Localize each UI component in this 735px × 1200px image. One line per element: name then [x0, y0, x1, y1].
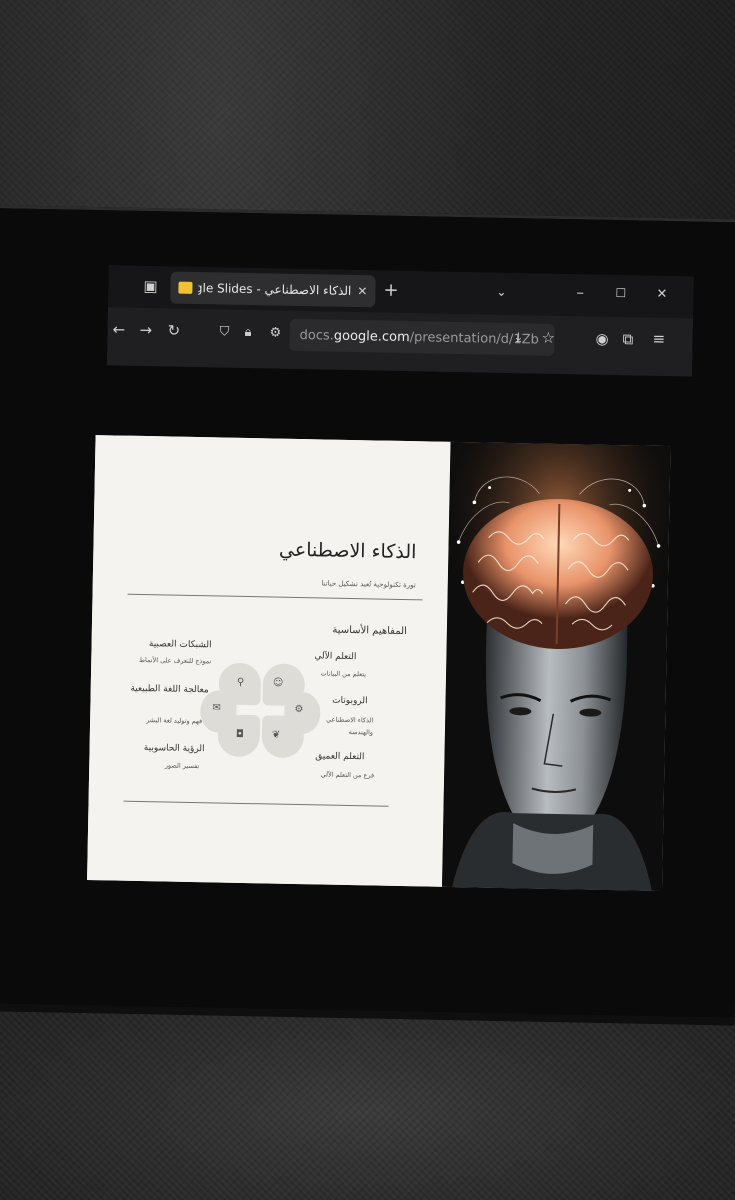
shield-icon[interactable]: ⛉ [219, 324, 229, 339]
permissions-icon[interactable]: ⚙ [269, 325, 281, 340]
chevron-down-icon[interactable]: ⌄ [496, 285, 506, 299]
slide-title: الذكاء الاصطناعي [278, 538, 417, 564]
extensions-icon[interactable]: ⧉ [622, 330, 633, 348]
concept-title: الرؤية الحاسوبية [143, 743, 205, 755]
bookmark-star-icon[interactable]: ☆ [541, 329, 555, 347]
concept-desc: فرع من التعلم الآلي [320, 770, 375, 780]
tab-title: الذكاء الاصطناعي - Google Slides [198, 281, 352, 298]
concept-desc: تفسير الصور [164, 761, 200, 771]
tab-list-icon[interactable]: ▣ [143, 277, 158, 295]
concept-title: الشبكات العصبية [148, 639, 212, 651]
url-text: docs.google.com/presentation/d/1Zb [299, 327, 539, 348]
reload-icon[interactable]: ↻ [167, 321, 180, 339]
brain-icon: ❦ [271, 729, 281, 741]
person-icon: ⚲ [236, 676, 245, 688]
robot-icon: ☺ [272, 677, 284, 689]
back-icon[interactable]: ← [112, 320, 125, 338]
account-icon[interactable]: ◉ [595, 330, 608, 348]
browser-window: ▣ الذكاء الاصطناعي - Google Slides ✕ + ⌄… [106, 265, 694, 377]
camera-icon: ◘ [235, 728, 244, 740]
concept-title: الروبوتات [332, 695, 368, 707]
forward-icon[interactable]: → [139, 321, 152, 339]
tab-slides[interactable]: الذكاء الاصطناعي - Google Slides ✕ [170, 271, 376, 308]
menu-icon[interactable]: ≡ [652, 330, 665, 348]
concept-title: التعلم الآلي [314, 651, 357, 663]
concept-desc: فهم وتوليد لغة البشر [146, 716, 203, 726]
concept-desc: نموذج للتعرف على الأنماط [138, 655, 212, 666]
slide-subtitle: ثورة تكنولوجية تُعيد تشكيل حياتنا [321, 579, 416, 590]
slides-favicon-icon [178, 281, 193, 294]
laptop-screen: ▣ الذكاء الاصطناعي - Google Slides ✕ + ⌄… [0, 205, 735, 1026]
close-window-icon[interactable]: ✕ [656, 287, 667, 302]
new-tab-button[interactable]: + [383, 280, 398, 301]
slide-text-panel: الذكاء الاصطناعي ثورة تكنولوجية تُعيد تش… [87, 435, 451, 887]
section-title: المفاهيم الأساسية [332, 624, 407, 638]
download-icon[interactable]: ⤓ [515, 330, 521, 345]
head-brain-image [441, 441, 671, 892]
screen: ▣ الذكاء الاصطناعي - Google Slides ✕ + ⌄… [0, 207, 735, 1018]
close-tab-icon[interactable]: ✕ [357, 284, 367, 298]
bottom-divider [123, 800, 389, 807]
concept-title: معالجة اللغة الطبيعية [130, 683, 209, 696]
chat-icon: ✉ [212, 702, 221, 714]
minimize-icon[interactable]: – [576, 283, 584, 301]
concept-desc: الذكاء الاصطناعي والهندسة [326, 715, 374, 737]
concept-desc: يتعلم من البيانات [320, 669, 367, 679]
concept-flower-graphic: ⚲ ☺ ✉ ⚙ ◘ ❦ [199, 662, 321, 764]
maximize-icon[interactable]: ☐ [615, 286, 626, 300]
top-divider [127, 593, 423, 601]
lock-icon[interactable]: 🔒︎ [244, 325, 251, 340]
brain-illustration [441, 441, 671, 892]
toolbar: ← → ↻ ⛉ 🔒︎ ⚙ docs.google.com/presentatio… [106, 307, 693, 377]
gear-icon: ⚙ [294, 703, 304, 716]
concept-title: التعلم العميق [315, 751, 365, 763]
presentation-slide[interactable]: الذكاء الاصطناعي ثورة تكنولوجية تُعيد تش… [87, 435, 671, 892]
